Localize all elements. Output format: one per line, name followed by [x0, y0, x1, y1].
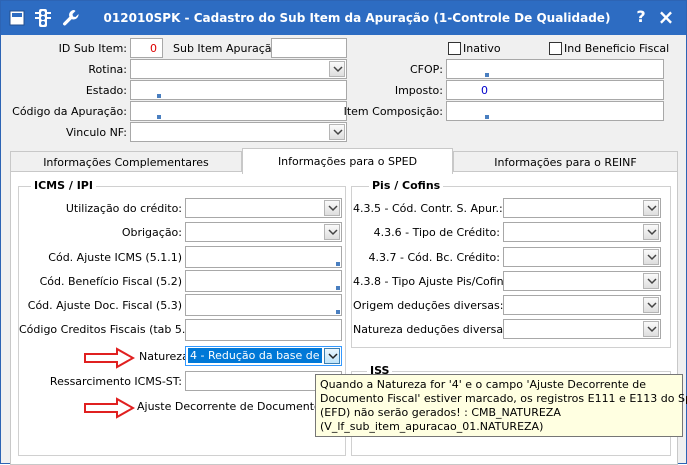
estado-label: Estado: — [85, 84, 127, 97]
chevron-down-icon[interactable] — [643, 273, 659, 289]
cod-contr-label: 4.3.5 - Cód. Contr. S. Apur.: — [353, 202, 503, 215]
codigo-creditos-fiscais-input[interactable] — [185, 319, 342, 341]
cod-bc-credito-select[interactable] — [503, 247, 661, 267]
inativo-checkbox[interactable] — [448, 42, 461, 55]
cfop-input[interactable] — [446, 59, 664, 79]
traffic-light-icon[interactable] — [33, 8, 53, 28]
wrench-icon[interactable] — [61, 8, 81, 28]
cod-ajuste-icms-label: Cód. Ajuste ICMS (5.1.1) — [48, 251, 182, 264]
tab-informacoes-complementares[interactable]: Informações Complementares — [10, 151, 242, 173]
cod-beneficio-fiscal-input[interactable] — [185, 270, 342, 292]
pis-cofins-title: Pis / Cofins — [369, 179, 444, 192]
id-sub-item-label: ID Sub Item: — [58, 42, 127, 55]
cod-ajuste-doc-fiscal-label: Cód. Ajuste Doc. Fiscal (5.3) — [27, 299, 182, 312]
codigo-apuracao-label: Código da Apuração: — [12, 105, 127, 118]
cod-ajuste-doc-fiscal-input[interactable] — [185, 294, 342, 316]
natureza-deducoes-select[interactable] — [503, 319, 661, 339]
chevron-down-icon[interactable] — [329, 61, 345, 77]
id-sub-item-input[interactable]: 0 — [130, 38, 163, 58]
codigo-apuracao-input[interactable] — [130, 101, 347, 121]
obrigacao-label: Obrigação: — [121, 226, 182, 239]
cod-contr-select[interactable] — [503, 198, 661, 218]
codigo-creditos-fiscais-label: Código Creditos Fiscais (tab 5.5): — [19, 323, 201, 336]
item-composicao-label: Item Composição: — [343, 105, 443, 118]
sub-item-apuracao-input[interactable] — [271, 38, 347, 58]
cod-bc-credito-label: 4.3.7 - Cód. Bc. Crédito: — [368, 251, 500, 264]
id-sub-item-value: 0 — [150, 42, 157, 55]
estado-input[interactable] — [130, 80, 347, 100]
inativo-label: Inativo — [463, 42, 501, 55]
origem-deducoes-label: Origem deduções diversas: — [353, 299, 504, 312]
chevron-down-icon[interactable] — [324, 224, 340, 240]
red-arrow-icon — [84, 347, 135, 369]
tooltip-line: (V_lf_sub_item_apuracao_01.NATUREZA) — [320, 420, 544, 433]
tipo-credito-label: 4.3.6 - Tipo de Crédito: — [373, 226, 500, 239]
imposto-input[interactable]: 0 — [446, 80, 664, 100]
natureza-value: 4 - Redução da base de cálc — [188, 348, 322, 363]
tipo-ajuste-pis-cofins-label: 4.3.8 - Tipo Ajuste Pis/Cofins: — [353, 275, 514, 288]
chevron-down-icon[interactable] — [643, 249, 659, 265]
natureza-deducoes-label: Natureza deduções diversas: — [353, 323, 513, 336]
cod-ajuste-icms-input[interactable] — [185, 246, 342, 268]
app-icon — [7, 8, 27, 28]
chevron-down-icon[interactable] — [329, 124, 345, 140]
title-bar: 012010SPK - Cadastro do Sub Item da Apur… — [1, 1, 686, 35]
main-window: 012010SPK - Cadastro do Sub Item da Apur… — [0, 0, 687, 465]
rotina-select[interactable] — [130, 59, 347, 79]
sub-item-apuracao-label: Sub Item Apuração: — [173, 42, 282, 55]
obrigacao-select[interactable] — [185, 222, 342, 242]
natureza-tooltip: Quando a Natureza for '4' e o campo 'Aju… — [315, 374, 687, 437]
chevron-down-icon[interactable] — [643, 321, 659, 337]
ressarcimento-icms-st-label: Ressarcimento ICMS-ST: — [49, 375, 182, 388]
chevron-down-icon[interactable] — [324, 200, 340, 216]
ind-beneficio-checkbox[interactable] — [549, 42, 562, 55]
window-title: 012010SPK - Cadastro do Sub Item da Apur… — [103, 11, 611, 25]
tooltip-line: (EFD) não serão gerados! : CMB_NATUREZA — [320, 406, 561, 419]
utilizacao-credito-label: Utilização do crédito: — [65, 202, 182, 215]
rotina-label: Rotina: — [88, 63, 127, 76]
tab-informacoes-reinf[interactable]: Informações para o REINF — [453, 151, 678, 173]
cod-beneficio-fiscal-label: Cód. Benefício Fiscal (5.2) — [39, 275, 182, 288]
cfop-label: CFOP: — [409, 63, 443, 76]
tooltip-line: Quando a Natureza for '4' e o campo 'Aju… — [320, 378, 647, 391]
chevron-down-icon[interactable] — [324, 348, 340, 364]
help-button[interactable]: ? — [632, 7, 650, 27]
item-composicao-input[interactable] — [446, 101, 664, 121]
ind-beneficio-label: Ind Beneficio Fiscal — [564, 42, 670, 55]
origem-deducoes-select[interactable] — [503, 295, 661, 315]
tipo-ajuste-pis-cofins-select[interactable] — [503, 271, 661, 291]
imposto-value: 0 — [481, 84, 488, 97]
chevron-down-icon[interactable] — [643, 224, 659, 240]
red-arrow-icon — [84, 397, 135, 419]
close-button[interactable]: × — [657, 7, 675, 27]
natureza-select[interactable]: 4 - Redução da base de cálc — [185, 346, 342, 366]
chevron-down-icon[interactable] — [643, 297, 659, 313]
chevron-down-icon[interactable] — [643, 200, 659, 216]
tipo-credito-select[interactable] — [503, 222, 661, 242]
natureza-label: Natureza — [139, 350, 189, 363]
vinculo-nf-label: Vinculo NF: — [65, 126, 127, 139]
tooltip-line: Documento Fiscal' estiver marcado, os re… — [320, 392, 687, 405]
tab-informacoes-sped[interactable]: Informações para o SPED — [242, 148, 453, 174]
ajuste-decorrente-label: Ajuste Decorrente de Documento Fiscal — [137, 400, 315, 413]
utilizacao-credito-select[interactable] — [185, 198, 342, 218]
imposto-label: Imposto: — [394, 84, 443, 97]
vinculo-nf-select[interactable] — [130, 122, 347, 142]
icms-ipi-title: ICMS / IPI — [31, 179, 96, 192]
